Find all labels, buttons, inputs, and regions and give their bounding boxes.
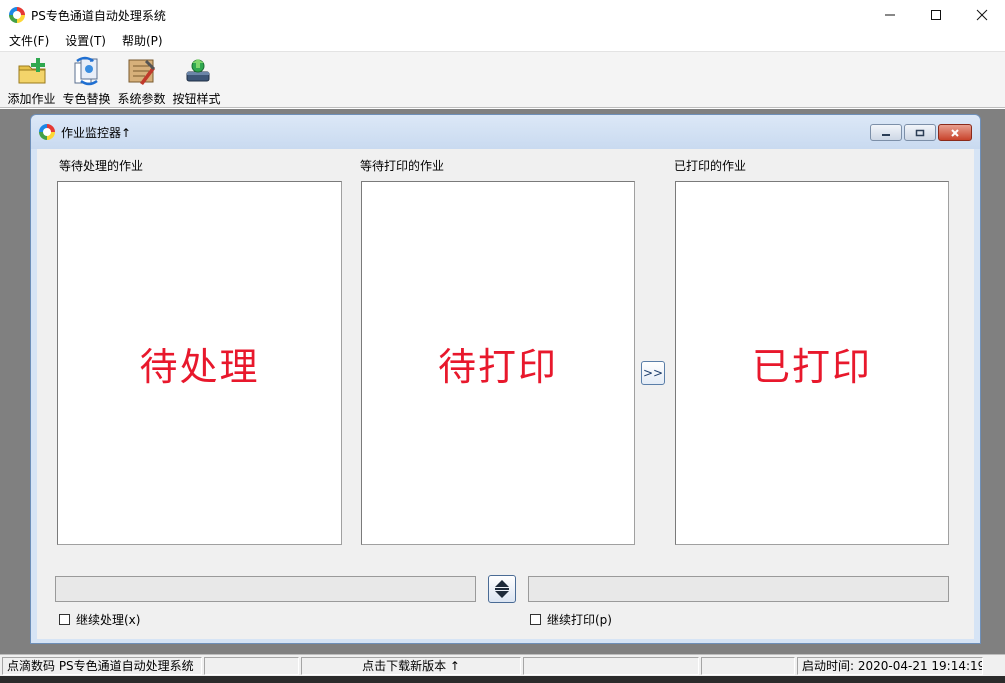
continue-print-checkbox-box[interactable] (530, 614, 541, 625)
close-button[interactable] (959, 0, 1005, 30)
spot-color-replace-icon (71, 55, 103, 87)
continue-print-checkbox[interactable]: 继续打印(p) (530, 611, 612, 628)
system-params-icon (126, 55, 158, 87)
printed-overlay-text: 已打印 (751, 344, 872, 389)
job-monitor-title: 作业监控器↑ (61, 125, 132, 140)
menu-bar: 文件(F) 设置(T) 帮助(P) (0, 30, 1005, 50)
pending-overlay-text: 待处理 (139, 344, 260, 389)
bottom-edge (0, 676, 1005, 683)
waiting-print-jobs-label: 等待打印的作业 (360, 159, 445, 173)
child-minimize-button[interactable] (870, 124, 902, 141)
menu-settings[interactable]: 设置(T) (57, 32, 114, 49)
maximize-icon (931, 10, 941, 20)
pending-jobs-label: 等待处理的作业 (59, 159, 144, 173)
child-restore-button[interactable] (904, 124, 936, 141)
job-monitor-controls (870, 124, 972, 141)
waiting-print-overlay-text: 待打印 (437, 344, 558, 389)
job-monitor-body: 等待处理的作业 等待打印的作业 已打印的作业 待处理 待打印 >> 已打印 继续… (37, 149, 974, 639)
toolbar: 添加作业 专色替换 系统参数 按钮样式 (0, 51, 1005, 108)
system-params-label: 系统参数 (117, 92, 166, 106)
job-monitor-logo-icon (39, 124, 55, 140)
restore-icon (915, 129, 925, 136)
title-bar: PS专色通道自动处理系统 (0, 0, 1005, 30)
maximize-button[interactable] (913, 0, 959, 30)
system-params-button[interactable]: 系统参数 (114, 52, 169, 108)
continue-process-checkbox-box[interactable] (59, 614, 70, 625)
print-progress-bar (528, 576, 949, 602)
minimize-icon (882, 133, 890, 136)
continue-process-checkbox[interactable]: 继续处理(x) (59, 611, 140, 628)
add-job-button[interactable]: 添加作业 (4, 52, 59, 108)
job-monitor-title-bar[interactable]: 作业监控器↑ (31, 115, 980, 149)
menu-file[interactable]: 文件(F) (0, 32, 57, 49)
app-logo-icon (9, 7, 25, 23)
move-to-printed-button[interactable]: >> (641, 361, 665, 385)
add-job-label: 添加作业 (7, 92, 56, 106)
menu-help[interactable]: 帮助(P) (114, 32, 171, 49)
child-close-button[interactable] (938, 124, 972, 141)
status-app-name: 点滴数码 PS专色通道自动处理系统 (2, 656, 202, 675)
minimize-button[interactable] (867, 0, 913, 30)
printed-jobs-label: 已打印的作业 (674, 159, 747, 173)
continue-process-label: 继续处理(x) (76, 613, 141, 627)
spot-color-replace-button[interactable]: 专色替换 (59, 52, 114, 108)
pending-jobs-list[interactable]: 待处理 (57, 181, 342, 545)
close-icon (976, 9, 988, 21)
swap-up-down-button[interactable] (488, 575, 516, 603)
window-controls (867, 0, 1005, 30)
button-style-label: 按钮样式 (172, 92, 221, 106)
button-style-icon (181, 55, 213, 87)
status-empty-1 (204, 656, 299, 675)
printed-jobs-list[interactable]: 已打印 (675, 181, 949, 545)
status-bar: 点滴数码 PS专色通道自动处理系统 点击下载新版本 ↑ 启动时间: 2020-0… (0, 654, 1005, 676)
continue-print-label: 继续打印(p) (547, 613, 612, 627)
spot-color-replace-label: 专色替换 (62, 92, 111, 106)
button-style-button[interactable]: 按钮样式 (169, 52, 224, 108)
close-icon (951, 128, 959, 137)
window-title: PS专色通道自动处理系统 (31, 8, 166, 23)
status-empty-3 (701, 656, 795, 675)
minimize-icon (885, 14, 895, 16)
double-chevron-right-icon: >> (642, 366, 664, 380)
up-down-arrows-icon (495, 580, 509, 598)
add-job-icon (16, 55, 48, 87)
job-monitor-window: 作业监控器↑ 等待处理的作业 等待打印的作业 已打印的作业 待处理 待打印 >>… (30, 114, 981, 644)
waiting-print-jobs-list[interactable]: 待打印 (361, 181, 635, 545)
download-new-version-link[interactable]: 点击下载新版本 ↑ (301, 656, 521, 675)
status-empty-2 (523, 656, 699, 675)
status-start-time: 启动时间: 2020-04-21 19:14:19 (797, 656, 983, 675)
process-progress-bar (55, 576, 476, 602)
